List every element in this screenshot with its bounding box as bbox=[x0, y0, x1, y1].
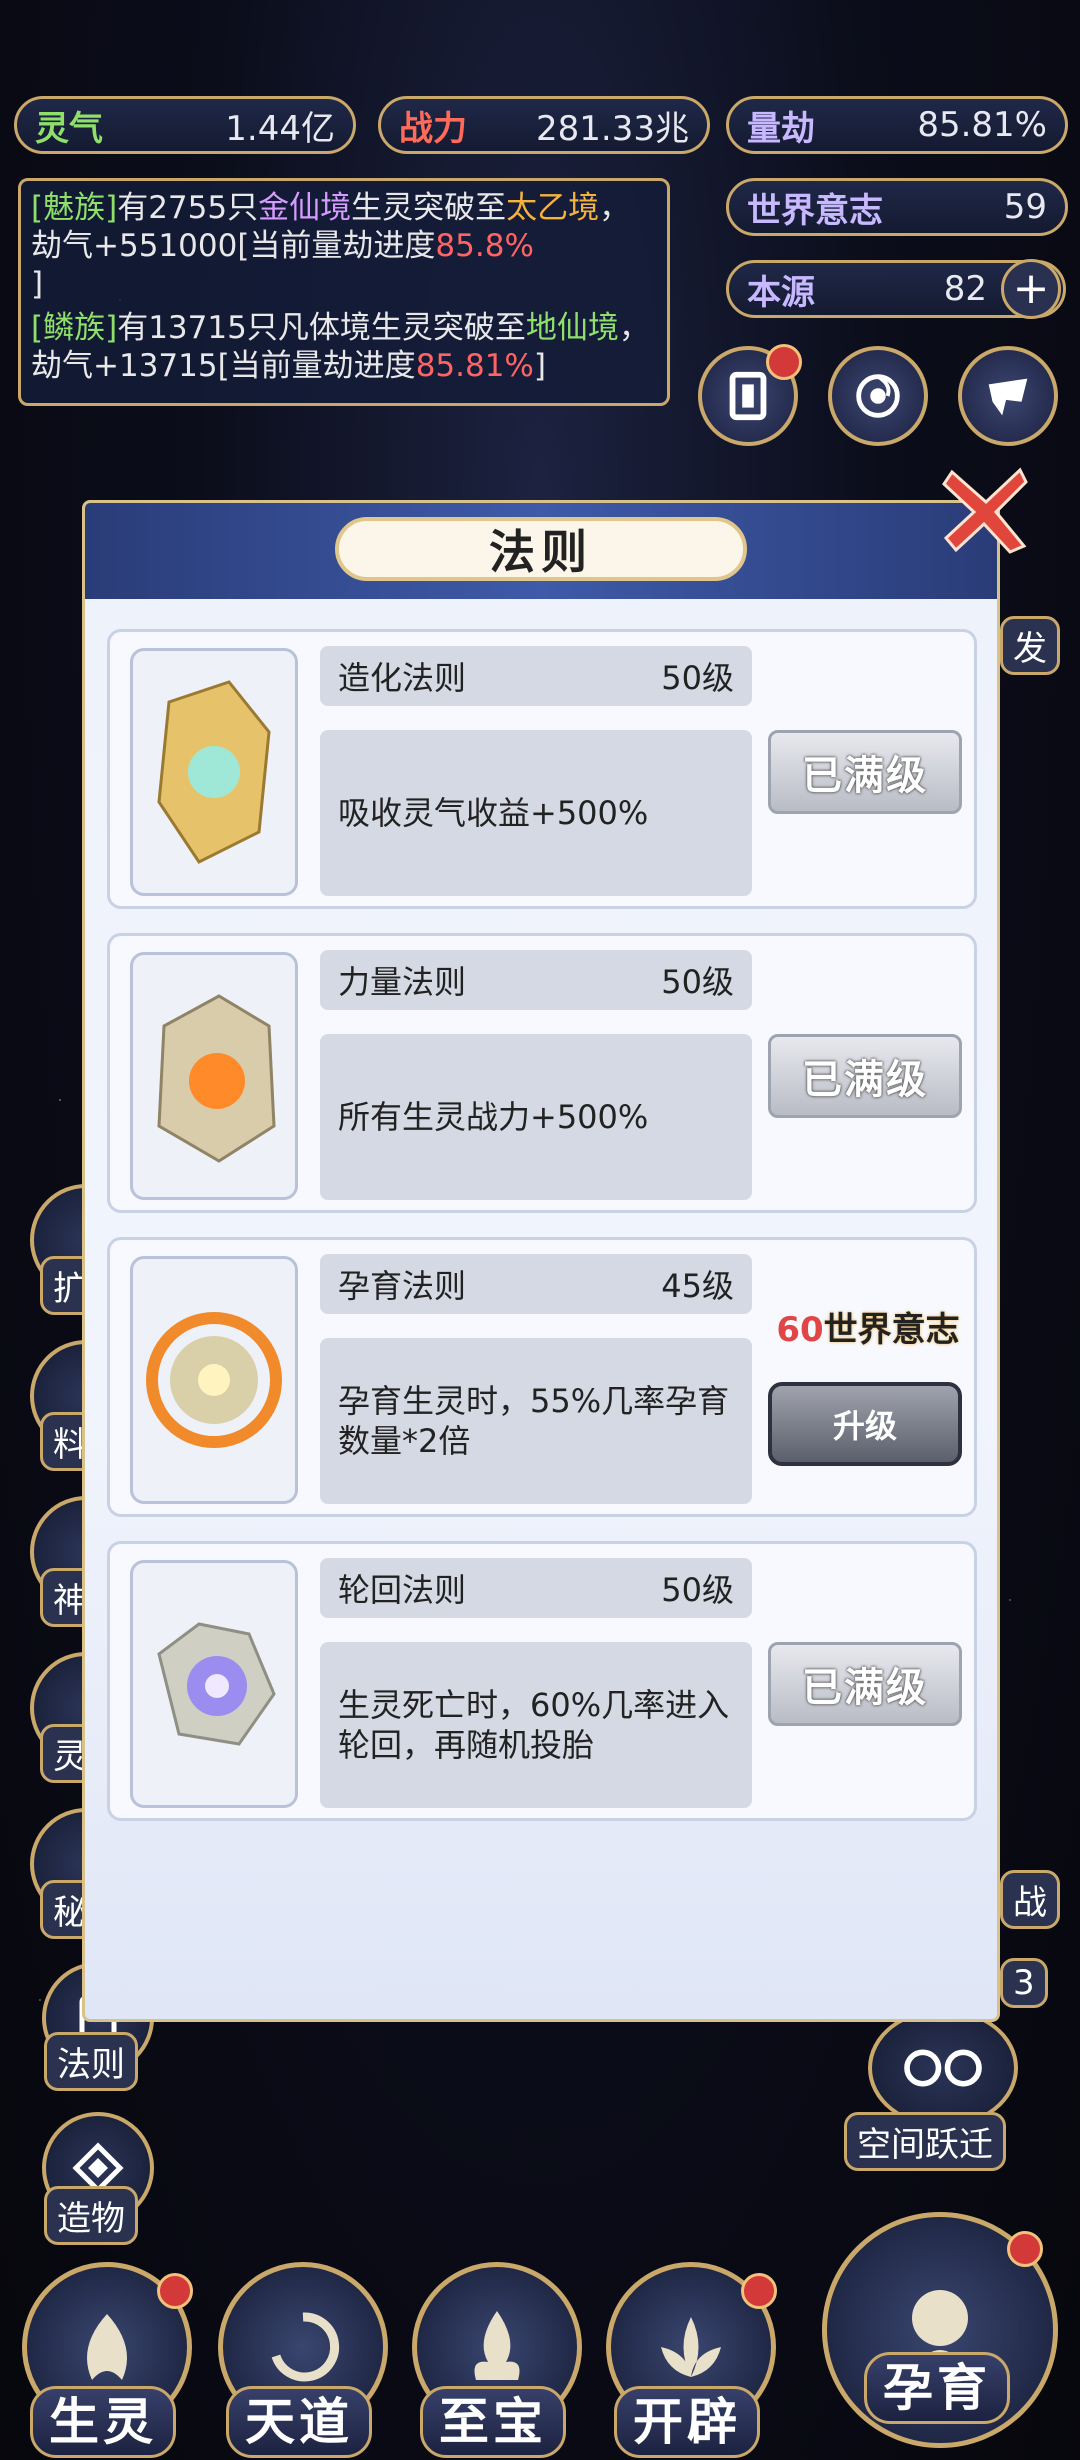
log-text: 有2755只 bbox=[117, 190, 259, 226]
law-name-box: 孕育法则 45级 bbox=[320, 1254, 752, 1314]
log-tribe: [鳞族] bbox=[31, 310, 118, 346]
stat-shijie-value: 59 bbox=[1003, 187, 1047, 227]
log-percent: 85.8% bbox=[435, 228, 534, 264]
max-level-button[interactable]: 已满级 bbox=[768, 1642, 962, 1726]
law-level: 50级 bbox=[661, 963, 734, 1001]
card-button[interactable] bbox=[698, 344, 802, 446]
law-card: 孕育法则 45级 孕育生灵时，55%几率孕育数量*2倍 60世界意志 升级 bbox=[107, 1237, 977, 1517]
vortex-icon bbox=[856, 374, 900, 418]
flame-treasure-icon bbox=[474, 2311, 520, 2380]
law-desc: 生灵死亡时，60%几率进入轮回，再随机投胎 bbox=[320, 1642, 752, 1808]
stat-liangjie-value: 85.81% bbox=[917, 105, 1047, 145]
log-tribe: [魅族] bbox=[31, 190, 118, 226]
swirl-icon bbox=[271, 2312, 340, 2382]
stat-benyuan: 本源 82 + bbox=[726, 259, 1066, 319]
log-text: 有13715只凡体境生灵突破至 bbox=[117, 310, 526, 346]
notification-dot bbox=[157, 2273, 193, 2309]
law-name: 轮回法则 bbox=[338, 1571, 467, 1609]
rock-orb-flame-ring-icon bbox=[146, 1312, 282, 1448]
vortex-button[interactable] bbox=[828, 346, 928, 446]
kongjian-menu-button[interactable] bbox=[868, 2008, 1018, 2128]
nav-kaipi-label: 开辟 bbox=[614, 2386, 760, 2458]
law-dialog: 法则 造化法则 50级 吸收灵气收益+500% 已满级 力量法则 50级 所有生 bbox=[82, 500, 1000, 2022]
law-desc: 吸收灵气收益+500% bbox=[320, 730, 752, 896]
upgrade-button[interactable]: 升级 bbox=[768, 1382, 962, 1466]
faze-menu-label: 法则 bbox=[44, 2032, 138, 2091]
law-desc: 孕育生灵时，55%几率孕育数量*2倍 bbox=[320, 1338, 752, 1504]
log-text: 生灵突破至 bbox=[351, 190, 507, 226]
stat-shijie-label: 世界意志 bbox=[747, 190, 883, 231]
stat-zhanli-label: 战力 bbox=[399, 108, 467, 149]
scroll-button[interactable] bbox=[958, 346, 1058, 446]
law-level: 45级 bbox=[661, 1267, 734, 1305]
max-level-button[interactable]: 已满级 bbox=[768, 1034, 962, 1118]
log-text: ] bbox=[31, 266, 44, 302]
nav-shengling-label: 生灵 bbox=[30, 2386, 176, 2458]
law-name-box: 造化法则 50级 bbox=[320, 646, 752, 706]
notification-dot bbox=[741, 2273, 777, 2309]
right-side-label-2: 战 bbox=[1000, 1870, 1060, 1929]
upgrade-cost: 60世界意志 bbox=[768, 1302, 968, 1351]
message-log: [魅族]有2755只金仙境生灵突破至太乙境，劫气+551000[当前量劫进度85… bbox=[18, 178, 670, 406]
dialog-header: 法则 bbox=[85, 503, 997, 599]
close-icon[interactable] bbox=[938, 462, 1034, 558]
stat-liangjie: 量劫 85.81% bbox=[726, 96, 1068, 154]
stat-lingqi-label: 灵气 bbox=[35, 108, 103, 149]
nav-yunyu-label: 孕育 bbox=[864, 2352, 1010, 2424]
phoenix-icon bbox=[87, 2314, 127, 2380]
law-card: 轮回法则 50级 生灵死亡时，60%几率进入轮回，再随机投胎 已满级 bbox=[107, 1541, 977, 1821]
rock-orb-fire-icon bbox=[157, 994, 276, 1163]
law-name-box: 轮回法则 50级 bbox=[320, 1558, 752, 1618]
space-jump-icon bbox=[904, 2049, 982, 2087]
law-name: 力量法则 bbox=[338, 963, 467, 1001]
law-level: 50级 bbox=[661, 659, 734, 697]
law-card: 力量法则 50级 所有生灵战力+500% 已满级 bbox=[107, 933, 977, 1213]
law-art bbox=[130, 1560, 298, 1808]
nav-zhibao-label: 至宝 bbox=[420, 2386, 566, 2458]
law-art bbox=[130, 1256, 298, 1504]
max-level-button[interactable]: 已满级 bbox=[768, 730, 962, 814]
notification-dot bbox=[766, 344, 802, 380]
card-icon bbox=[729, 371, 767, 421]
stat-benyuan-value: 82 bbox=[943, 269, 987, 309]
stat-zhanli-value: 281.33兆 bbox=[536, 108, 689, 149]
law-name: 造化法则 bbox=[338, 659, 467, 697]
law-name-box: 力量法则 50级 bbox=[320, 950, 752, 1010]
rock-orb-vortex-icon bbox=[157, 1622, 276, 1746]
log-realm-to: 地仙境 bbox=[525, 310, 619, 346]
right-side-badge: 3 bbox=[1000, 1958, 1048, 2008]
stat-shijie: 世界意志 59 bbox=[726, 178, 1068, 236]
notification-dot bbox=[1007, 2231, 1043, 2267]
stat-benyuan-label: 本源 bbox=[747, 272, 815, 313]
nav-tiandao-label: 天道 bbox=[226, 2386, 372, 2458]
stat-lingqi: 灵气 1.44亿 bbox=[14, 96, 356, 154]
add-benyuan-button[interactable]: + bbox=[1001, 259, 1061, 319]
law-art bbox=[130, 952, 298, 1200]
log-entry: [鳞族]有13715只凡体境生灵突破至地仙境，劫气+13715[当前量劫进度85… bbox=[31, 309, 657, 385]
log-percent: 85.81% bbox=[415, 348, 534, 384]
stat-liangjie-label: 量劫 bbox=[747, 108, 815, 149]
stat-zhanli: 战力 281.33兆 bbox=[378, 96, 710, 154]
law-desc: 所有生灵战力+500% bbox=[320, 1034, 752, 1200]
scroll-icon bbox=[988, 378, 1028, 416]
lotus-icon bbox=[661, 2317, 721, 2377]
law-level: 50级 bbox=[661, 1571, 734, 1609]
stat-lingqi-value: 1.44亿 bbox=[225, 108, 335, 149]
law-card: 造化法则 50级 吸收灵气收益+500% 已满级 bbox=[107, 629, 977, 909]
law-name: 孕育法则 bbox=[338, 1267, 467, 1305]
log-realm-from: 金仙境 bbox=[258, 190, 352, 226]
right-side-label-1: 发 bbox=[1000, 616, 1060, 675]
rock-orb-green-icon bbox=[157, 680, 271, 864]
law-art bbox=[130, 648, 298, 896]
log-entry: [魅族]有2755只金仙境生灵突破至太乙境，劫气+551000[当前量劫进度85… bbox=[31, 189, 657, 303]
kongjian-menu-label: 空间跃迁 bbox=[844, 2112, 1006, 2171]
zaowu-menu-label: 造物 bbox=[44, 2186, 138, 2245]
log-text: ] bbox=[533, 348, 546, 384]
cost-unit: 世界意志 bbox=[823, 1310, 960, 1350]
log-realm-to: 太乙境 bbox=[506, 190, 600, 226]
cost-amount: 60 bbox=[776, 1310, 824, 1350]
dialog-title: 法则 bbox=[335, 517, 747, 581]
